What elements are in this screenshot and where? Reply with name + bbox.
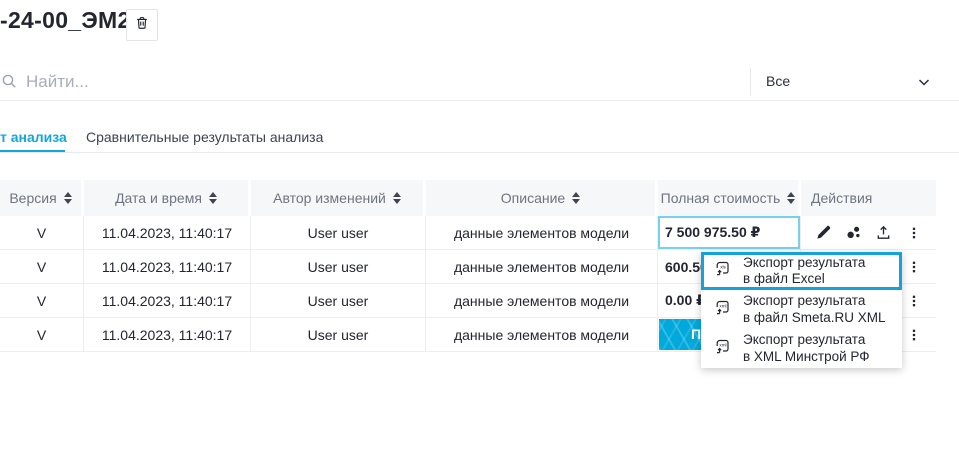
author-cell: User user <box>251 250 426 283</box>
filter-selected-value: Все <box>766 73 790 89</box>
actions-cell <box>801 216 936 249</box>
export-xml-file-icon: xml <box>714 299 731 321</box>
menu-item-export-smeta-xml[interactable]: xml Экспорт результата в файл Smeta.RU X… <box>701 290 902 329</box>
export-context-menu: xls Экспорт результата в файл Excel xml … <box>701 252 902 368</box>
sort-icon <box>393 192 401 204</box>
description-cell: данные элементов модели <box>426 216 658 249</box>
delete-button[interactable] <box>126 9 158 41</box>
column-header-cost[interactable]: Полная стоимость <box>658 180 801 216</box>
search-input[interactable] <box>24 67 708 97</box>
version-cell: V <box>0 216 84 249</box>
datetime-cell: 11.04.2023, 11:40:17 <box>84 216 251 249</box>
page: -24-00_ЭМ2 Все т <box>0 0 959 453</box>
svg-text:xml: xml <box>719 303 726 308</box>
tab-analysis-result[interactable]: т анализа <box>0 129 67 145</box>
version-cell: V <box>0 284 84 317</box>
more-options-icon[interactable] <box>905 292 923 310</box>
version-cell: V <box>0 318 84 351</box>
export-icon[interactable] <box>875 224 893 242</box>
column-header-author[interactable]: Автор изменений <box>251 180 426 216</box>
edit-icon[interactable] <box>814 224 832 242</box>
table-header-row: Версия Дата и время Автор изменений Опис… <box>0 180 936 216</box>
author-cell: User user <box>251 284 426 317</box>
menu-item-label: Экспорт результата в файл Smeta.RU XML <box>743 293 885 326</box>
calculate-button-label: П <box>691 326 701 342</box>
sort-icon <box>209 192 217 204</box>
tab-comparative-results[interactable]: Сравнительные результаты анализа <box>86 129 323 145</box>
column-header-actions: Действия <box>801 180 936 216</box>
column-header-description[interactable]: Описание <box>426 180 658 216</box>
export-xml-file-icon: xml <box>714 338 731 360</box>
column-header-datetime[interactable]: Дата и время <box>84 180 251 216</box>
trash-icon <box>134 15 150 36</box>
datetime-cell: 11.04.2023, 11:40:17 <box>84 250 251 283</box>
sort-icon <box>572 192 580 204</box>
description-cell: данные элементов модели <box>426 318 658 351</box>
compare-versions-icon[interactable] <box>844 224 862 242</box>
menu-item-export-excel[interactable]: xls Экспорт результата в файл Excel <box>701 252 902 290</box>
datetime-cell: 11.04.2023, 11:40:17 <box>84 318 251 351</box>
description-cell: данные элементов модели <box>426 284 658 317</box>
tabs-divider <box>0 152 959 153</box>
export-excel-file-icon: xls <box>714 260 731 282</box>
author-cell: User user <box>251 216 426 249</box>
more-options-icon[interactable] <box>905 326 923 344</box>
more-options-icon[interactable] <box>905 258 923 276</box>
cost-cell-selected[interactable]: 7 500 975.50 ₽ <box>658 216 801 249</box>
version-cell: V <box>0 250 84 283</box>
search-bar: Все <box>0 62 959 101</box>
chevron-down-icon <box>917 75 931 89</box>
datetime-cell: 11.04.2023, 11:40:17 <box>84 284 251 317</box>
menu-item-label: Экспорт результата в файл Excel <box>743 255 865 288</box>
sort-icon <box>64 192 72 204</box>
svg-text:xml: xml <box>719 342 726 347</box>
description-cell: данные элементов модели <box>426 250 658 283</box>
svg-text:xls: xls <box>720 264 726 269</box>
more-options-icon[interactable] <box>905 224 923 242</box>
page-title: -24-00_ЭМ2 <box>0 7 131 34</box>
menu-item-label: Экспорт результата в XML Минстрой РФ <box>743 332 870 365</box>
column-header-version[interactable]: Версия <box>0 180 84 216</box>
search-icon <box>1 73 17 89</box>
filter-dropdown[interactable]: Все <box>750 62 959 100</box>
sort-icon <box>787 192 795 204</box>
menu-item-export-minstroy-xml[interactable]: xml Экспорт результата в XML Минстрой РФ <box>701 329 902 368</box>
author-cell: User user <box>251 318 426 351</box>
table-row: V 11.04.2023, 11:40:17 User user данные … <box>0 216 936 250</box>
